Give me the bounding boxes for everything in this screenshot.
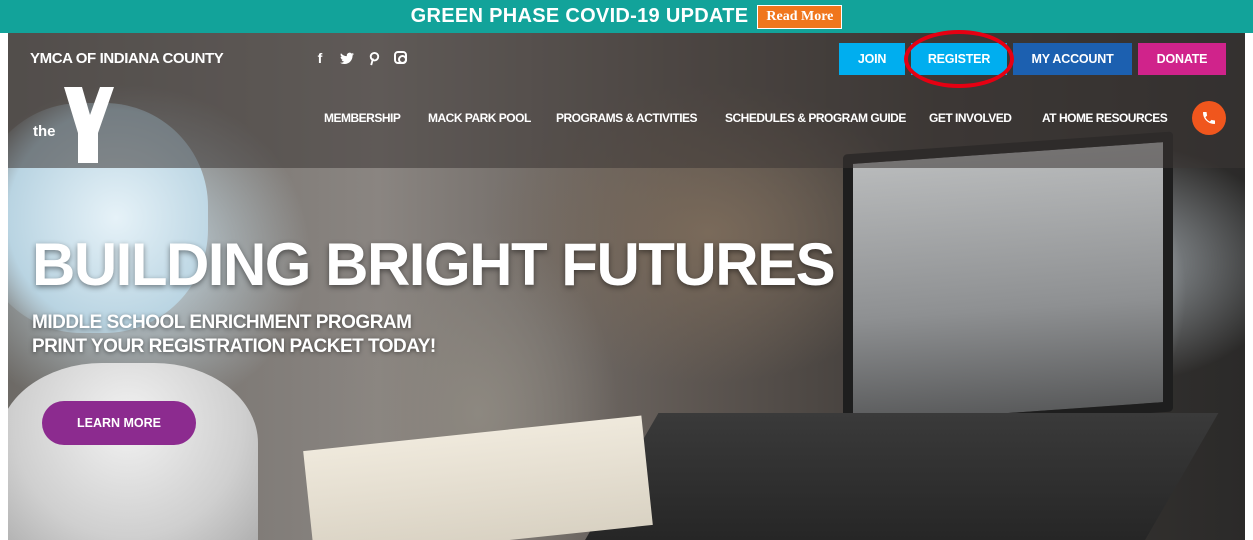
hero-photo-notebook [303, 415, 653, 540]
hero-subtitle-line1: MIDDLE SCHOOL ENRICHMENT PROGRAM [32, 312, 412, 333]
learn-more-button[interactable]: LEARN MORE [42, 401, 196, 445]
hero-photo-shirt [8, 363, 258, 540]
brand-name[interactable]: YMCA OF INDIANA COUNTY [30, 50, 224, 67]
alert-text: GREEN PHASE COVID-19 UPDATE [410, 5, 749, 27]
pinterest-icon[interactable] [367, 49, 381, 67]
donate-button[interactable]: DONATE [1138, 43, 1226, 75]
twitter-icon[interactable] [340, 49, 354, 67]
hero-photo-laptop [843, 131, 1173, 435]
covid-alert-bar: GREEN PHASE COVID-19 UPDATE Read More [0, 0, 1253, 33]
my-account-button[interactable]: MY ACCOUNT [1013, 43, 1132, 75]
nav-mack-park-pool[interactable]: MACK PARK POOL [428, 111, 531, 125]
nav-schedules-program-guide[interactable]: SCHEDULES & PROGRAM GUIDE [725, 111, 906, 125]
phone-button[interactable] [1192, 101, 1226, 135]
nav-membership[interactable]: MEMBERSHIP [324, 111, 401, 125]
register-button[interactable]: REGISTER [911, 43, 1007, 75]
hero-title: BUILDING BRIGHT FUTURES [32, 231, 836, 298]
phone-icon [1203, 112, 1215, 124]
main-nav: MEMBERSHIP MACK PARK POOL PROGRAMS & ACT… [0, 111, 1253, 127]
instagram-icon[interactable] [394, 51, 407, 64]
join-button[interactable]: JOIN [839, 43, 905, 75]
nav-programs-activities[interactable]: PROGRAMS & ACTIVITIES [556, 111, 698, 125]
hero-subtitle-line2: PRINT YOUR REGISTRATION PACKET TODAY! [32, 336, 436, 357]
hero-photo-laptop-base [577, 413, 1219, 540]
nav-at-home-resources[interactable]: AT HOME RESOURCES [1042, 111, 1168, 125]
social-links: f [313, 49, 407, 67]
facebook-icon[interactable]: f [313, 49, 327, 67]
read-more-button[interactable]: Read More [757, 4, 843, 29]
nav-get-involved[interactable]: GET INVOLVED [929, 111, 1012, 125]
